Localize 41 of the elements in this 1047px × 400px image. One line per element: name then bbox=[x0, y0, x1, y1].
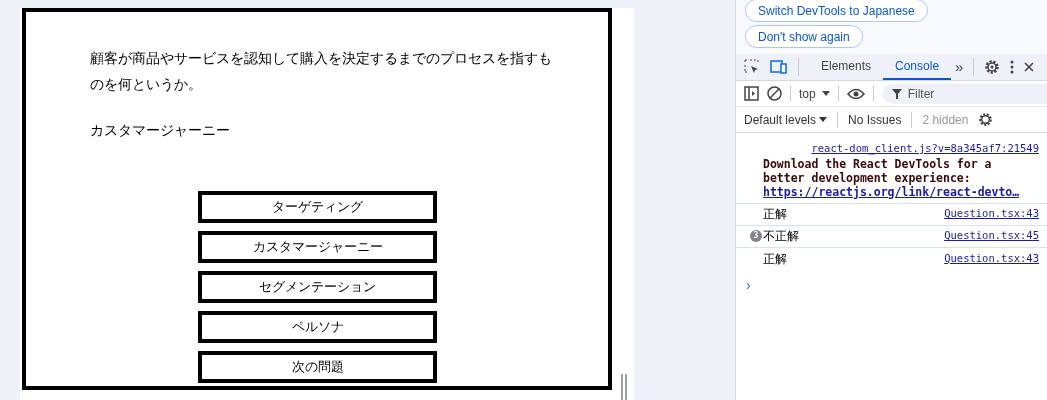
caret-icon bbox=[821, 91, 830, 96]
settings-icon[interactable] bbox=[978, 112, 994, 127]
caret-icon bbox=[819, 117, 828, 122]
panel-tab[interactable]: Console bbox=[883, 54, 952, 80]
settings-icon[interactable] bbox=[984, 59, 1001, 75]
source-link[interactable]: Question.tsx:43 bbox=[944, 250, 1039, 267]
eye-icon[interactable] bbox=[846, 87, 865, 100]
device-toolbar-icon[interactable] bbox=[770, 59, 788, 75]
more-tabs-button[interactable]: » bbox=[955, 55, 964, 79]
issues-counter[interactable]: No Issues bbox=[848, 110, 902, 129]
sidebar-toggle-icon[interactable] bbox=[744, 86, 759, 101]
panel-tab[interactable]: Elements bbox=[809, 54, 884, 80]
source-link[interactable]: Question.tsx:45 bbox=[944, 228, 1039, 245]
clear-console-icon[interactable] bbox=[767, 86, 782, 101]
console-message: 正解 bbox=[763, 206, 787, 224]
prompt-button[interactable]: Don't show again bbox=[745, 25, 863, 48]
hidden-count: 2 hidden bbox=[922, 111, 969, 129]
filter-icon bbox=[891, 88, 902, 99]
source-link[interactable]: react-dom_client.js?v=8a345af7:21549 bbox=[811, 141, 1039, 157]
prompt-button[interactable]: Switch DevTools to Japanese bbox=[745, 0, 928, 22]
console-message: 正解 bbox=[763, 250, 787, 268]
repeat-count-badge: 3 bbox=[750, 230, 762, 243]
console-message: 不正解 bbox=[763, 228, 799, 246]
option-button[interactable]: セグメンテーション bbox=[198, 271, 437, 303]
option-button[interactable]: ターゲティング bbox=[198, 191, 437, 223]
answer-text: カスタマージャーニー bbox=[90, 121, 230, 140]
filter-field[interactable]: Filter bbox=[881, 83, 1047, 104]
option-button[interactable]: ペルソナ bbox=[198, 311, 437, 343]
log-levels-dropdown[interactable]: Default levels bbox=[744, 110, 828, 129]
more-options-icon[interactable] bbox=[1010, 60, 1015, 74]
docs-link[interactable]: https://reactjs.org/link/react-devto… bbox=[763, 184, 1020, 199]
close-icon[interactable] bbox=[1024, 62, 1035, 72]
source-link[interactable]: Question.tsx:43 bbox=[944, 206, 1039, 223]
question-text: 顧客が商品やサービスを認知して購入を決定するまでのプロセスを指すものを何というか。 bbox=[90, 49, 552, 94]
next-question-button[interactable]: 次の問題 bbox=[198, 351, 437, 383]
resize-handle-icon[interactable] bbox=[620, 374, 628, 400]
console-prompt[interactable]: › bbox=[746, 277, 751, 292]
option-button[interactable]: カスタマージャーニー bbox=[198, 231, 437, 263]
inspect-icon[interactable] bbox=[744, 59, 760, 75]
context-dropdown[interactable]: top bbox=[799, 84, 830, 103]
console-message: Download the React DevTools for a better development experience: bbox=[763, 156, 993, 185]
